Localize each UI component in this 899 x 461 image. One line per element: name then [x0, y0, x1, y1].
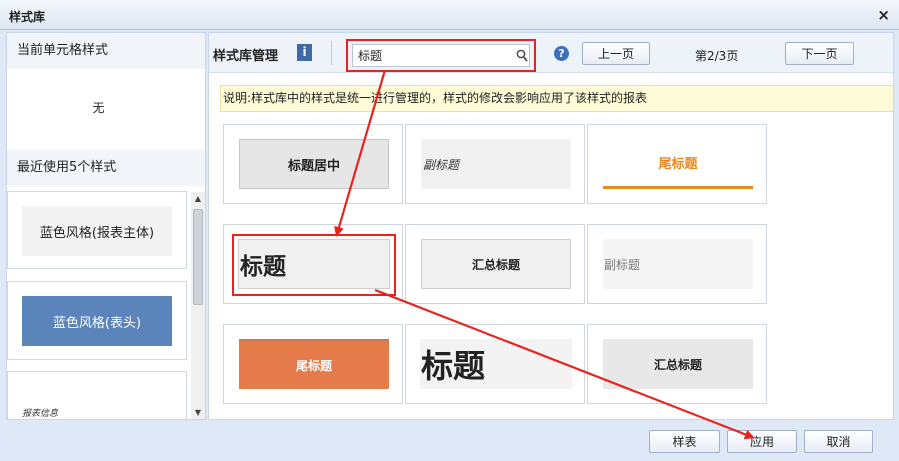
recent-style-label: 报表信息 — [22, 409, 59, 419]
help-icon[interactable]: ? — [554, 46, 569, 61]
scroll-thumb[interactable] — [193, 209, 203, 305]
dialog-footer: 样表 应用 取消 — [0, 421, 899, 461]
style-tile[interactable]: 标题 — [223, 224, 403, 304]
next-page-button[interactable]: 下一页 — [785, 42, 854, 65]
toolbar-separator — [331, 41, 332, 65]
style-label: 标题 — [421, 347, 486, 385]
title-bar: 样式库 × — [0, 0, 899, 30]
style-label: 标题 — [240, 254, 286, 280]
style-label: 尾标题 — [295, 358, 332, 373]
close-icon[interactable]: × — [877, 6, 890, 24]
style-tile[interactable]: 副标题 — [405, 124, 585, 204]
style-tile[interactable]: 标题 — [405, 324, 585, 404]
style-preview: 副标题 — [421, 139, 571, 189]
recent-scrollbar[interactable]: ▲ ▼ — [191, 192, 205, 419]
search-icon[interactable] — [516, 49, 528, 63]
style-label: 汇总标题 — [653, 357, 702, 372]
toolbar: 样式库管理 i ? 上一页 第2/3页 下一页 — [209, 33, 893, 73]
recent-style-preview: 蓝色风格(表头) — [22, 296, 172, 346]
style-tile[interactable]: 尾标题 — [587, 124, 767, 204]
style-library-panel: 样式库管理 i ? 上一页 第2/3页 下一页 说明:样式库中的样式是统一进行管… — [208, 32, 894, 420]
recent-style-label: 蓝色风格(报表主体) — [39, 225, 155, 241]
style-tile[interactable]: 副标题 — [587, 224, 767, 304]
style-preview: 标题居中 — [239, 139, 389, 189]
style-preview: 副标题 — [603, 239, 753, 289]
style-label: 副标题 — [604, 257, 641, 272]
style-preview: 标题 — [238, 239, 390, 289]
window-title: 样式库 — [9, 10, 46, 24]
style-label: 汇总标题 — [471, 257, 520, 272]
search-input[interactable] — [352, 44, 530, 67]
current-style-header: 当前单元格样式 — [7, 33, 205, 69]
sample-report-button[interactable]: 样表 — [649, 430, 720, 453]
style-preview: 标题 — [420, 339, 572, 389]
recent-style-item[interactable]: 蓝色风格(报表主体) — [7, 191, 187, 269]
apply-button[interactable]: 应用 — [727, 430, 797, 453]
library-title: 样式库管理 — [213, 49, 279, 64]
style-tile[interactable]: 尾标题 — [223, 324, 403, 404]
style-preview: 尾标题 — [239, 339, 389, 389]
page-indicator: 第2/3页 — [695, 49, 739, 63]
style-preview: 汇总标题 — [421, 239, 571, 289]
cancel-button[interactable]: 取消 — [804, 430, 873, 453]
current-style-value: 无 — [92, 101, 105, 115]
prev-page-button[interactable]: 上一页 — [582, 42, 650, 65]
recent-styles-header: 最近使用5个样式 — [7, 150, 205, 186]
left-panel: 当前单元格样式 无 最近使用5个样式 蓝色风格(报表主体) 蓝色风格(表头) 报… — [6, 32, 206, 420]
recent-style-item[interactable]: 蓝色风格(表头) — [7, 281, 187, 360]
scroll-down-icon[interactable]: ▼ — [191, 406, 205, 419]
style-tile[interactable]: 汇总标题 — [587, 324, 767, 404]
info-icon[interactable]: i — [297, 44, 312, 61]
scroll-up-icon[interactable]: ▲ — [191, 192, 205, 206]
style-preview: 尾标题 — [603, 139, 753, 189]
style-tile[interactable]: 标题居中 — [223, 124, 403, 204]
style-label: 尾标题 — [658, 157, 698, 172]
style-tile[interactable]: 汇总标题 — [405, 224, 585, 304]
recent-style-label: 蓝色风格(表头) — [52, 315, 142, 331]
recent-style-item[interactable]: 报表信息 — [7, 371, 187, 419]
notice-bar: 说明:样式库中的样式是统一进行管理的，样式的修改会影响应用了该样式的报表 — [220, 85, 893, 112]
style-label: 标题居中 — [287, 158, 340, 174]
search-highlight — [346, 39, 536, 72]
style-label: 副标题 — [423, 157, 460, 172]
style-preview: 汇总标题 — [603, 339, 753, 389]
recent-style-preview: 蓝色风格(报表主体) — [22, 206, 172, 256]
